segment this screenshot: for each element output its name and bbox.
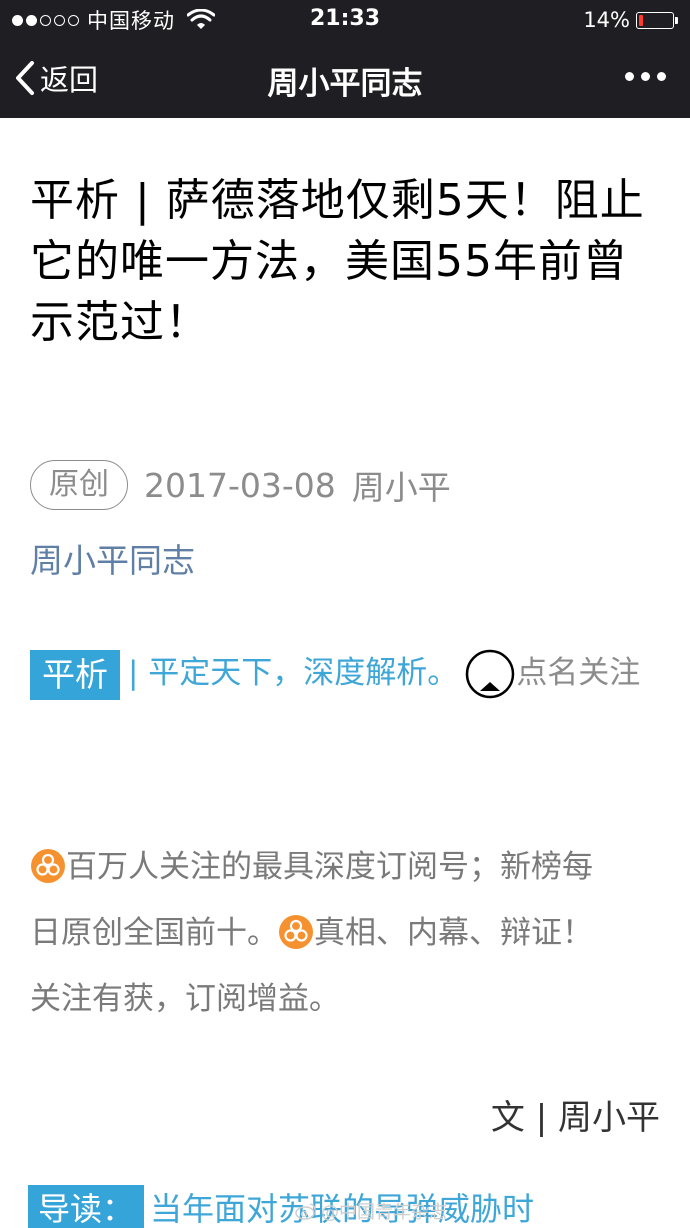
next-read-tag: 导读： <box>28 1185 145 1228</box>
article: 平析 | 萨德落地仅剩5天！阻止它的唯一方法，美国55年前曾示范过！ 原创 20… <box>0 118 690 1228</box>
battery-icon <box>636 11 674 29</box>
account-link[interactable]: 周小平同志 <box>30 534 195 582</box>
original-badge: 原创 <box>30 460 128 510</box>
next-read[interactable]: 导读： 当年面对苏联的导弹威胁时 <box>28 1185 534 1228</box>
nav-bar: 返回 周小平同志 <box>0 40 690 118</box>
status-bar: 中国移动 21:33 14% <box>0 0 690 40</box>
battery-fill <box>639 14 643 26</box>
status-right: 14% <box>583 8 678 32</box>
para-line-3: 关注有获，订阅增益。 <box>30 966 660 1032</box>
para-line-2: 日原创全国前十。 真相、内幕、辩证！ <box>30 900 660 966</box>
para-line-3-text: 关注有获，订阅增益。 <box>30 981 340 1017</box>
para-line-2a-text: 日原创全国前十。 <box>30 915 278 951</box>
publish-date: 2017-03-08 <box>144 465 336 505</box>
biohazard-icon <box>279 914 313 949</box>
para-line-1: 百万人关注的最具深度订阅号；新榜每 <box>30 834 660 900</box>
byline: 文 | 周小平 <box>490 1098 660 1138</box>
follow-prompt: 点名关注 <box>516 655 641 691</box>
battery-percent: 14% <box>583 8 630 32</box>
para-line-1-text: 百万人关注的最具深度订阅号；新榜每 <box>66 849 593 885</box>
article-title: 平析 | 萨德落地仅剩5天！阻止它的唯一方法，美国55年前曾示范过！ <box>30 175 645 348</box>
back-label: 返回 <box>40 63 99 97</box>
back-chevron-icon <box>16 61 34 95</box>
intro-slogan: | 平定天下，深度解析。 <box>128 655 459 691</box>
back-button[interactable]: 返回 <box>14 54 98 102</box>
more-icon[interactable] <box>625 72 666 81</box>
para-line-2b-text: 真相、内幕、辩证！ <box>314 915 593 951</box>
watermark-text: @中国青年杂志 <box>321 1202 447 1223</box>
watermark: @中国青年杂志 <box>295 1198 447 1224</box>
intro-tag: 平析 <box>30 649 120 700</box>
biohazard-icon <box>31 848 65 883</box>
ring-icon <box>466 649 515 698</box>
battery-cap <box>675 16 678 24</box>
top-bar: 中国移动 21:33 14% 返回 周小平同志 <box>0 0 690 118</box>
article-meta: 原创 2017-03-08 周小平 <box>30 460 451 510</box>
intro-paragraph: 平析 | 平定天下，深度解析。 点名关注 <box>30 640 660 706</box>
weibo-logo-icon <box>295 1203 316 1220</box>
author-name: 周小平 <box>351 468 451 507</box>
nav-title: 周小平同志 <box>267 66 423 102</box>
